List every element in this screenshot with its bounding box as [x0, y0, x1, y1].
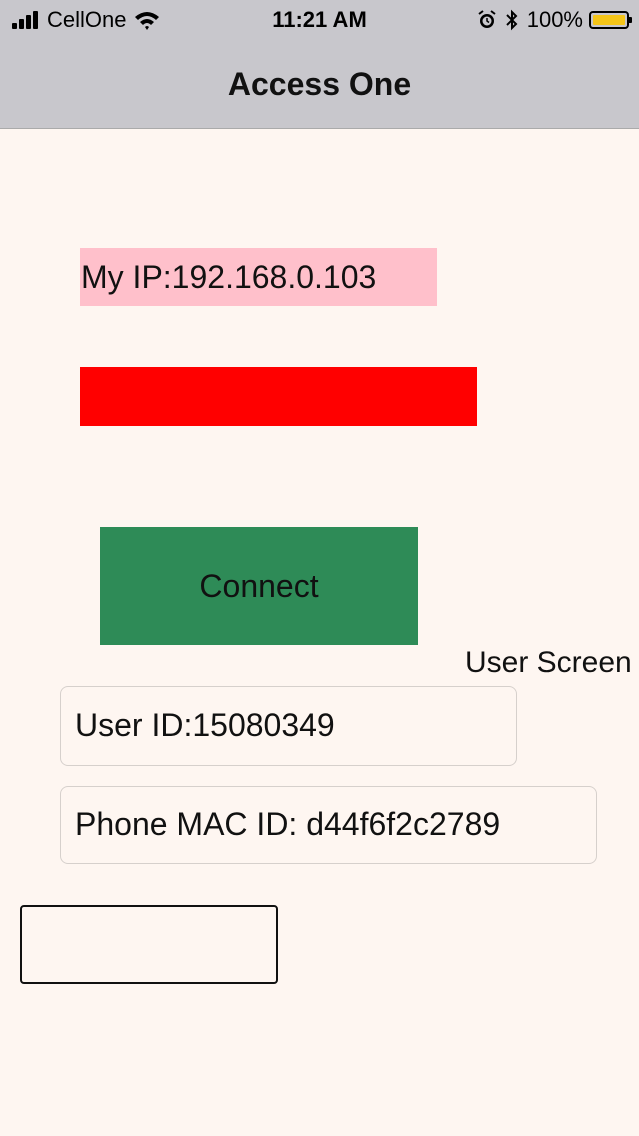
- battery-percent: 100%: [526, 7, 583, 32]
- empty-input-box[interactable]: [20, 905, 278, 984]
- bluetooth-icon: [506, 9, 518, 31]
- user-screen-label: User Screen: [465, 646, 632, 679]
- alarm-icon: [478, 10, 496, 28]
- status-right: 100%: [477, 7, 632, 33]
- connect-button[interactable]: Connect: [100, 527, 418, 645]
- battery-icon: [589, 11, 632, 29]
- my-ip-label: My IP:192.168.0.103: [80, 248, 437, 306]
- page-title: Access One: [227, 66, 412, 102]
- battery-fill: [593, 15, 625, 25]
- phone-mac-id-field[interactable]: Phone MAC ID: d44f6f2c2789: [60, 786, 597, 864]
- connection-status-indicator: [80, 367, 477, 426]
- status-bar: CellOne 11:21 AM 100%: [0, 0, 639, 40]
- user-id-field[interactable]: User ID:15080349: [60, 686, 517, 766]
- navigation-bar: Access One: [0, 40, 639, 129]
